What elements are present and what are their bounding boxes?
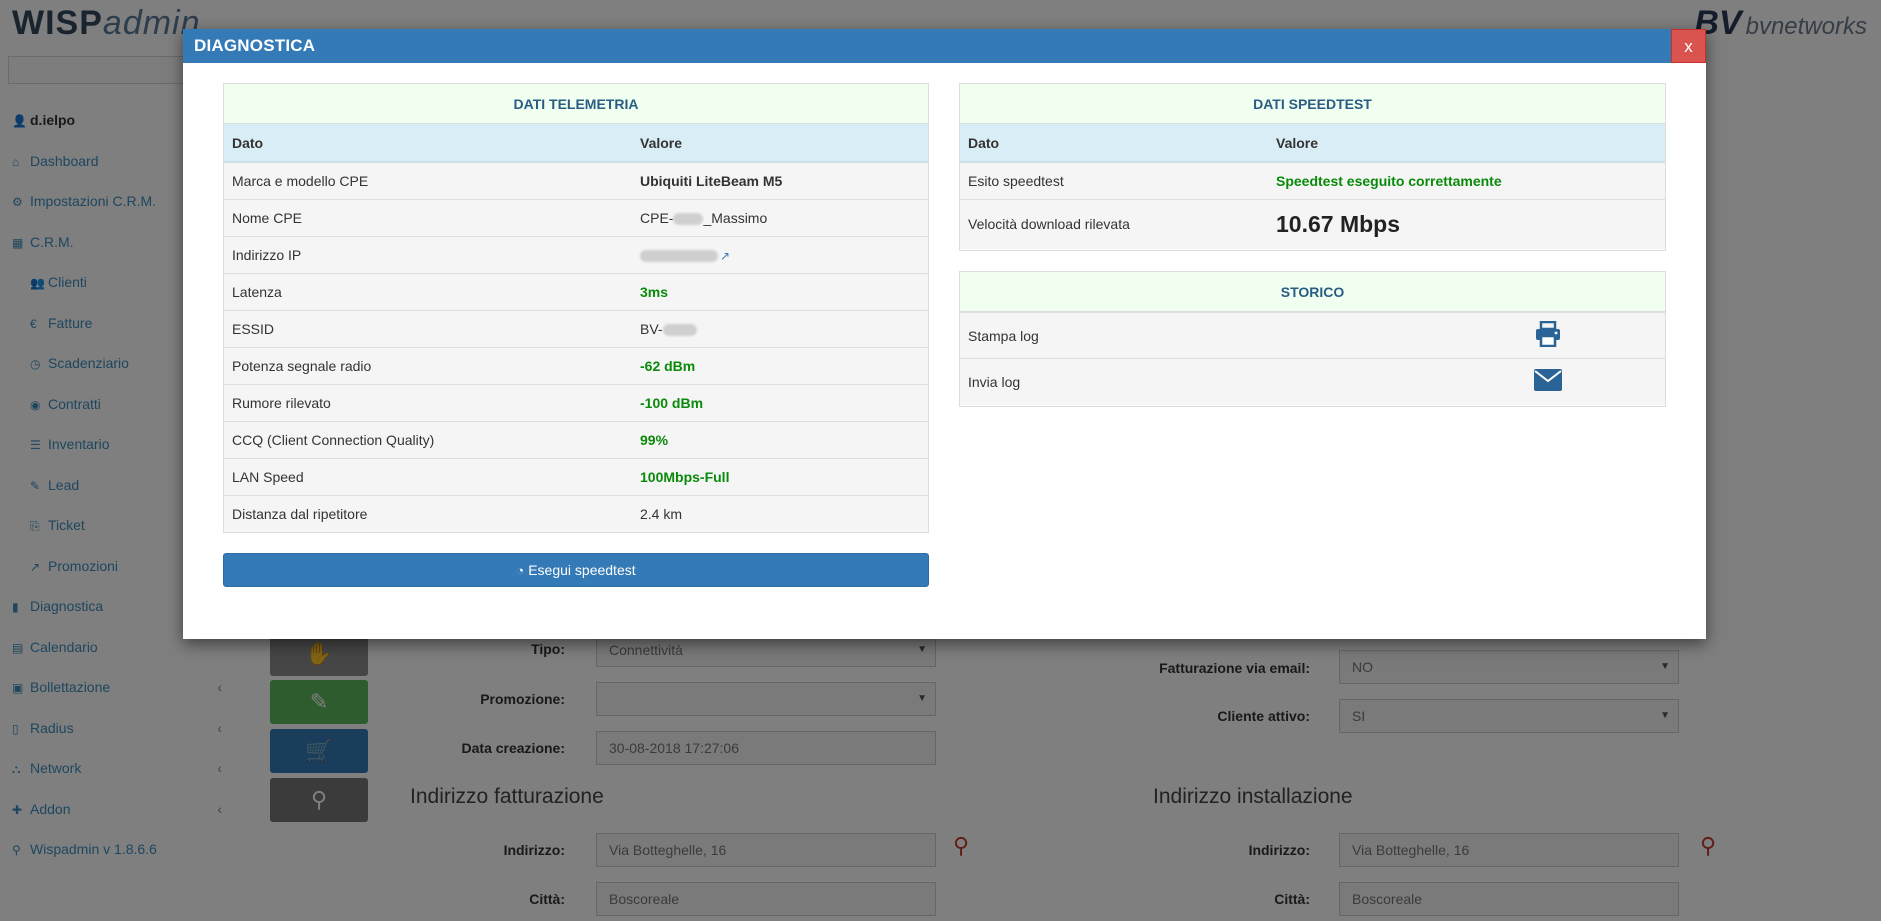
telemetry-label: ESSID (224, 309, 632, 347)
telemetry-label: Indirizzo IP (224, 235, 632, 273)
table-row: Esito speedtest Speedtest eseguito corre… (960, 161, 1665, 199)
telemetry-value: Ubiquiti LiteBeam M5 (632, 161, 928, 199)
table-row: Latenza 3ms (224, 272, 928, 310)
table-row: Velocità download rilevata 10.67 Mbps (960, 198, 1665, 249)
telemetry-label: LAN Speed (224, 457, 632, 495)
table-header-row: Dato Valore (224, 124, 928, 163)
telemetry-value: CPE- _Massimo (632, 198, 928, 236)
velocita-label: Velocità download rilevata (960, 198, 1268, 249)
column-header-valore: Valore (632, 124, 928, 163)
telemetry-label: Marca e modello CPE (224, 161, 632, 199)
speedtest-table: Dato Valore Esito speedtest Speedtest es… (960, 124, 1665, 249)
invia-log-label: Invia log (960, 358, 1430, 405)
column-header-dato: Dato (960, 124, 1268, 163)
column-header-dato: Dato (224, 124, 632, 163)
invia-log-cell (1430, 358, 1665, 405)
telemetry-value: 100Mbps-Full (632, 457, 928, 495)
table-header-row: Dato Valore (960, 124, 1665, 163)
diagnostica-modal: DIAGNOSTICA x DATI TELEMETRIA Dato Valor… (183, 29, 1706, 639)
envelope-icon[interactable] (1533, 368, 1563, 395)
telemetry-value: -62 dBm (632, 346, 928, 384)
esito-label: Esito speedtest (960, 161, 1268, 199)
value-prefix: BV- (640, 320, 663, 337)
telemetry-value[interactable]: ↗ (632, 235, 928, 273)
telemetry-label: Latenza (224, 272, 632, 310)
storico-table: Stampa log Invia log (960, 312, 1665, 405)
modal-title: DIAGNOSTICA (194, 36, 316, 55)
value-suffix: _Massimo (703, 209, 768, 226)
modal-header: DIAGNOSTICA x (183, 29, 1706, 63)
table-row: Marca e modello CPE Ubiquiti LiteBeam M5 (224, 161, 928, 199)
table-row: Invia log (960, 358, 1665, 405)
telemetry-table: Dato Valore Marca e modello CPE Ubiquiti … (224, 124, 928, 532)
telemetry-label: CCQ (Client Connection Quality) (224, 420, 632, 458)
value-prefix: CPE- (640, 209, 674, 226)
esito-value: Speedtest eseguito correttamente (1268, 161, 1665, 199)
dashboard-gauge-icon: ◔ (516, 563, 525, 578)
close-button[interactable]: x (1671, 29, 1706, 63)
redacted-text (640, 249, 718, 262)
speedtest-title: DATI SPEEDTEST (960, 84, 1665, 124)
telemetry-value: -100 dBm (632, 383, 928, 421)
telemetry-label: Rumore rilevato (224, 383, 632, 421)
table-row: ESSID BV- (224, 309, 928, 347)
table-row: LAN Speed 100Mbps-Full (224, 457, 928, 495)
redacted-text (673, 212, 704, 225)
telemetry-value: 99% (632, 420, 928, 458)
table-row: Stampa log (960, 312, 1665, 359)
column-header-valore: Valore (1268, 124, 1665, 163)
table-row: Rumore rilevato -100 dBm (224, 383, 928, 421)
telemetry-title: DATI TELEMETRIA (224, 84, 928, 124)
telemetry-label: Nome CPE (224, 198, 632, 236)
redacted-text (662, 323, 697, 336)
storico-title: STORICO (960, 272, 1665, 312)
telemetry-value: 3ms (632, 272, 928, 310)
print-icon[interactable] (1534, 320, 1562, 350)
telemetry-label: Distanza dal ripetitore (224, 494, 632, 532)
telemetry-panel: DATI TELEMETRIA Dato Valore Marca e mode… (223, 83, 929, 533)
speedtest-panel: DATI SPEEDTEST Dato Valore Esito speedte… (959, 83, 1666, 251)
stampa-log-cell (1430, 312, 1665, 359)
table-row: Distanza dal ripetitore 2.4 km (224, 494, 928, 532)
table-row: Potenza segnale radio -62 dBm (224, 346, 928, 384)
storico-panel: STORICO Stampa log Invia log (959, 271, 1666, 407)
stampa-log-label: Stampa log (960, 312, 1430, 359)
telemetry-value: 2.4 km (632, 494, 928, 532)
velocita-value: 10.67 Mbps (1268, 198, 1665, 249)
telemetry-value: BV- (632, 309, 928, 347)
external-link-icon[interactable]: ↗ (720, 249, 730, 263)
table-row: Nome CPE CPE- _Massimo (224, 198, 928, 236)
telemetry-label: Potenza segnale radio (224, 346, 632, 384)
esegui-speedtest-label: Esegui speedtest (528, 562, 636, 578)
esegui-speedtest-button[interactable]: ◔ Esegui speedtest (223, 553, 929, 587)
table-row: Indirizzo IP ↗ (224, 235, 928, 273)
table-row: CCQ (Client Connection Quality) 99% (224, 420, 928, 458)
